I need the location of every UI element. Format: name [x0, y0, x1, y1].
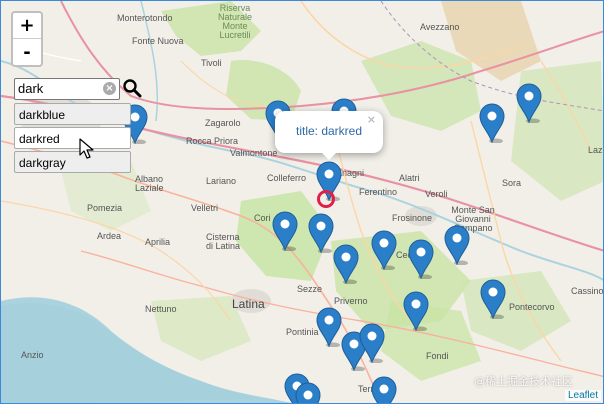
- map-pin-icon: [333, 244, 359, 284]
- place-label: Ferentino: [359, 187, 398, 197]
- place-label: Lariano: [206, 176, 237, 186]
- place-label: Cisterna di Latina: [206, 232, 241, 251]
- place-label: Anzio: [21, 350, 44, 360]
- place-label: Zagarolo: [205, 118, 241, 128]
- place-label: Veroli: [425, 189, 448, 199]
- map-marker[interactable]: [333, 244, 359, 284]
- map-pin-icon: [295, 382, 321, 403]
- place-label: Rocca Priora: [186, 136, 239, 146]
- search-icon[interactable]: [122, 78, 142, 98]
- place-label: Cassino: [571, 286, 604, 296]
- place-label: Nettuno: [145, 304, 177, 314]
- place-label: Valmontone: [230, 148, 278, 158]
- map-pin-icon: [272, 211, 298, 251]
- place-label: Priverno: [334, 296, 368, 306]
- place-label: Aprilia: [145, 237, 171, 247]
- map-pin-icon: [444, 225, 470, 265]
- suggestion-item[interactable]: darkred: [14, 127, 131, 149]
- search-box: ×: [14, 78, 120, 100]
- map-marker[interactable]: [308, 213, 334, 253]
- map-pin-icon: [371, 230, 397, 270]
- map-marker[interactable]: [480, 279, 506, 319]
- place-label: Tivoli: [201, 58, 222, 68]
- mouse-cursor-icon: [79, 138, 94, 159]
- map-marker[interactable]: [359, 323, 385, 363]
- map-marker[interactable]: [371, 376, 397, 403]
- map-marker[interactable]: [516, 83, 542, 123]
- map-pin-icon: [316, 307, 342, 347]
- map-marker[interactable]: [479, 103, 505, 143]
- place-label: Velletri: [191, 203, 219, 213]
- popup-tail: [321, 152, 337, 160]
- marker-popup: title: darkred ×: [275, 111, 383, 160]
- watermark: @稀土掘金技术社区: [474, 375, 573, 388]
- map-pin-icon: [359, 323, 385, 363]
- map-marker[interactable]: [295, 382, 321, 403]
- map-marker[interactable]: [403, 291, 429, 331]
- map-pin-icon: [403, 291, 429, 331]
- place-label: Riserva Naturale Monte Lucretili: [217, 3, 253, 40]
- place-label: Cori: [254, 213, 271, 223]
- place-label: Albano Laziale: [135, 174, 164, 193]
- place-label: Lazio: [588, 145, 603, 155]
- place-label: Colleferro: [267, 173, 307, 183]
- place-label: Fonte Nuova: [132, 36, 184, 46]
- place-label: Sora: [502, 178, 522, 188]
- map-marker[interactable]: [316, 307, 342, 347]
- leaflet-attribution-link[interactable]: Leaflet: [564, 390, 601, 401]
- clear-search-icon[interactable]: ×: [103, 82, 116, 95]
- map-marker[interactable]: [371, 230, 397, 270]
- map-pin-icon: [479, 103, 505, 143]
- map-pin-icon: [516, 83, 542, 123]
- popup-content: title: darkred: [295, 124, 363, 138]
- place-label: Pontecorvo: [509, 302, 555, 312]
- zoom-control: + -: [11, 11, 43, 67]
- place-label: Ardea: [97, 231, 122, 241]
- map-pin-icon: [480, 279, 506, 319]
- place-label: Pontinia: [286, 327, 319, 337]
- suggestion-item[interactable]: darkgray: [14, 151, 131, 173]
- place-label: Pomezia: [87, 203, 123, 213]
- map-pin-icon: [408, 239, 434, 279]
- place-label: Monterotondo: [117, 13, 173, 23]
- popup-close-button[interactable]: ×: [367, 113, 376, 126]
- place-label: Avezzano: [420, 22, 460, 32]
- map-marker[interactable]: [408, 239, 434, 279]
- map-container[interactable]: Monterotondo Fonte Nuova Tivoli Zagarolo…: [0, 0, 604, 404]
- search-input[interactable]: [15, 79, 102, 97]
- place-label: Fondi: [426, 351, 449, 361]
- location-circle[interactable]: [317, 190, 335, 208]
- map-marker[interactable]: [272, 211, 298, 251]
- zoom-in-button[interactable]: +: [13, 13, 41, 39]
- suggestion-item[interactable]: darkblue: [14, 103, 131, 125]
- place-label: Frosinone: [392, 213, 433, 223]
- place-label: Alatri: [399, 173, 420, 183]
- place-label: Latina: [232, 297, 265, 311]
- map-pin-icon: [371, 376, 397, 403]
- place-label: Sezze: [297, 284, 323, 294]
- search-control: ×: [14, 78, 142, 100]
- map-marker[interactable]: [444, 225, 470, 265]
- search-suggestions: darkblue darkred darkgray: [14, 103, 131, 175]
- map-pin-icon: [308, 213, 334, 253]
- zoom-out-button[interactable]: -: [13, 39, 41, 65]
